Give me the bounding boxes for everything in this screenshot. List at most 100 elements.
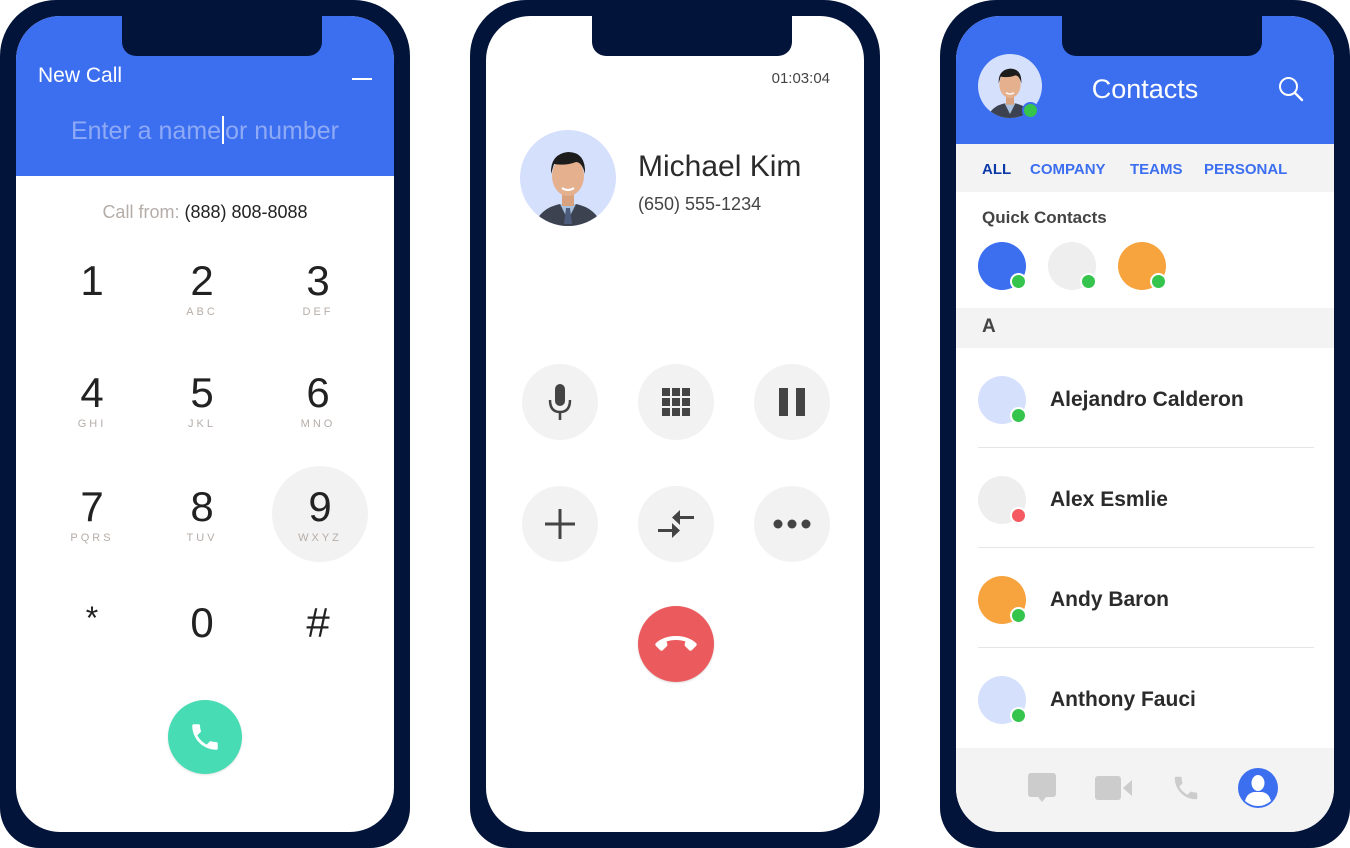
online-status-dot — [1010, 273, 1027, 290]
call-from-number: (888) 808-8088 — [184, 202, 308, 222]
quick-contact-avatar[interactable] — [978, 242, 1027, 290]
quick-contact-avatar[interactable] — [1048, 242, 1097, 290]
key-letters: MNO — [300, 418, 336, 430]
callee-phone: (650) 555-1234 — [638, 194, 762, 214]
key-digit: 2 — [190, 257, 214, 304]
tab-teams[interactable]: TEAMS — [1130, 161, 1183, 178]
nav-messages[interactable] — [1020, 766, 1064, 810]
merge-arrows-icon — [658, 510, 694, 538]
video-camera-icon — [1095, 776, 1132, 800]
key-digit: 4 — [80, 369, 104, 416]
add-call-button[interactable] — [522, 486, 598, 562]
search-icon — [1279, 77, 1304, 102]
key-digit: 0 — [190, 599, 214, 646]
name-or-number-input[interactable]: Enter a name or number — [16, 116, 394, 146]
key-8[interactable]: 8 TUV — [154, 472, 250, 568]
key-star[interactable]: * — [44, 588, 140, 684]
person-icon — [1238, 768, 1278, 808]
callee-name: Michael Kim — [638, 150, 802, 183]
more-dots-icon — [773, 519, 811, 529]
online-status-dot — [1080, 273, 1097, 290]
online-status-dot — [1010, 707, 1027, 724]
hang-up-icon — [655, 636, 697, 651]
key-0[interactable]: 0 — [154, 588, 250, 684]
phone-notch — [1062, 16, 1262, 56]
tab-company[interactable]: COMPANY — [1030, 161, 1106, 178]
key-1[interactable]: 1 — [44, 246, 140, 342]
callee-avatar — [520, 130, 616, 226]
key-letters: DEF — [302, 306, 334, 318]
key-digit: 3 — [306, 257, 330, 304]
text-caret — [222, 116, 225, 144]
plus-icon — [545, 509, 575, 539]
contact-name: Alex Esmlie — [1050, 488, 1168, 511]
call-from[interactable]: Call from: (888) 808-8088 — [16, 202, 394, 223]
online-status-dot — [1010, 607, 1027, 624]
phone-icon — [1174, 776, 1198, 800]
contact-name: Anthony Fauci — [1050, 688, 1196, 711]
key-3[interactable]: 3 DEF — [270, 246, 366, 342]
call-timer: 01:03:04 — [771, 70, 830, 87]
busy-status-dot — [1010, 507, 1027, 524]
phone-in-call: 01:03:04 Michael Kim (650) 555-1234 — [470, 0, 880, 848]
phone-dialer: New Call Enter a name or number Call from… — [0, 0, 410, 848]
key-letters: TUV — [186, 532, 218, 544]
contact-row[interactable]: Alejandro Calderon — [956, 348, 1334, 448]
tab-all[interactable]: ALL — [982, 161, 1011, 178]
keypad-button[interactable] — [638, 364, 714, 440]
contact-row[interactable]: Andy Baron — [956, 548, 1334, 648]
nav-calls[interactable] — [1164, 766, 1208, 810]
key-digit: 1 — [80, 257, 104, 304]
microphone-icon — [548, 384, 572, 420]
key-2[interactable]: 2 ABC — [154, 246, 250, 342]
more-button[interactable] — [754, 486, 830, 562]
key-letters: PQRS — [70, 532, 114, 544]
key-digit: * — [85, 600, 99, 636]
tab-personal[interactable]: PERSONAL — [1204, 161, 1287, 178]
contact-name: Alejandro Calderon — [1050, 388, 1244, 411]
key-digit: 7 — [80, 483, 104, 530]
contact-avatar — [978, 576, 1027, 624]
call-button[interactable] — [168, 700, 242, 774]
online-status-dot — [1010, 407, 1027, 424]
contact-name: Andy Baron — [1050, 588, 1170, 611]
key-digit: 8 — [190, 483, 214, 530]
key-letters: GHI — [77, 418, 107, 430]
phone-notch — [122, 16, 322, 56]
mute-button[interactable] — [522, 364, 598, 440]
contact-avatar — [978, 676, 1027, 724]
contacts-tabs: ALL COMPANY TEAMS PERSONAL — [956, 144, 1334, 192]
contact-row[interactable]: Anthony Fauci — [956, 648, 1334, 748]
key-digit: 9 — [308, 483, 332, 530]
bottom-nav — [956, 748, 1334, 832]
nav-contacts[interactable] — [1236, 766, 1280, 810]
contact-row[interactable]: Alex Esmlie — [956, 448, 1334, 548]
contact-avatar — [978, 376, 1027, 424]
phone-icon — [192, 724, 218, 750]
key-digit: # — [306, 599, 330, 646]
key-5[interactable]: 5 JKL — [154, 358, 250, 454]
merge-button[interactable] — [638, 486, 714, 562]
call-from-label: Call from: — [102, 202, 180, 222]
contacts-screen: Contacts ALL COMPANY TEAMS PERSONAL Quic… — [956, 16, 1334, 832]
search-button[interactable] — [1278, 76, 1304, 107]
key-digit: 6 — [306, 369, 330, 416]
person-photo-icon — [534, 152, 602, 226]
pause-icon — [779, 388, 805, 416]
end-call-button[interactable] — [638, 606, 714, 682]
key-letters: WXYZ — [298, 532, 342, 544]
hold-button[interactable] — [754, 364, 830, 440]
minus-icon[interactable] — [352, 78, 372, 80]
key-6[interactable]: 6 MNO — [270, 358, 366, 454]
quick-contact-avatar[interactable] — [1118, 242, 1167, 290]
key-7[interactable]: 7 PQRS — [44, 472, 140, 568]
key-letters: JKL — [188, 418, 216, 430]
phone-contacts: Contacts ALL COMPANY TEAMS PERSONAL Quic… — [940, 0, 1350, 848]
key-4[interactable]: 4 GHI — [44, 358, 140, 454]
nav-video[interactable] — [1092, 766, 1136, 810]
key-hash[interactable]: # — [270, 588, 366, 684]
dialer-title: New Call — [38, 64, 123, 87]
key-9[interactable]: 9 WXYZ — [272, 466, 368, 562]
key-digit: 5 — [190, 369, 214, 416]
in-call-screen: 01:03:04 Michael Kim (650) 555-1234 — [486, 16, 864, 832]
